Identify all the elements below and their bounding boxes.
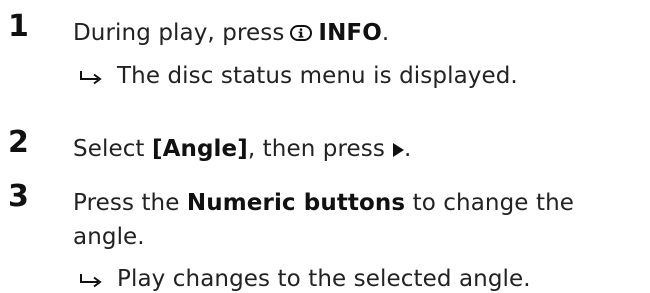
step-number: 1 bbox=[8, 9, 29, 44]
step-3-result-text: Play changes to the selected angle. bbox=[117, 266, 531, 292]
step-2-text: Select bbox=[73, 136, 145, 162]
step-1-instruction: During play, press INFO. bbox=[73, 22, 389, 45]
step-number: 3 bbox=[8, 179, 29, 214]
instruction-page: { "steps": [ { "number": "1", "line1_pre… bbox=[0, 0, 650, 293]
play-right-icon bbox=[392, 143, 404, 157]
result-arrow-icon bbox=[80, 273, 102, 287]
info-icon bbox=[290, 25, 313, 41]
result-arrow-icon bbox=[80, 70, 102, 84]
step-3-instruction: Press the Numeric buttons to change the bbox=[73, 192, 574, 215]
step-number: 2 bbox=[8, 125, 29, 160]
step-3-result: Play changes to the selected angle. bbox=[79, 268, 531, 291]
angle-option-label: [Angle] bbox=[151, 136, 248, 162]
step-1-text: During play, press bbox=[73, 20, 285, 46]
step-1-period: . bbox=[381, 20, 390, 46]
info-button-label: INFO bbox=[318, 20, 382, 46]
numeric-buttons-label: Numeric buttons bbox=[186, 190, 406, 216]
step-1-result: The disc status menu is displayed. bbox=[79, 65, 518, 88]
step-3-text-post: to change the bbox=[412, 190, 574, 216]
step-3-instruction-cont: angle. bbox=[73, 224, 145, 250]
step-2-period: . bbox=[403, 136, 412, 162]
step-2-instruction: Select [Angle], then press. bbox=[73, 138, 411, 161]
step-1-result-text: The disc status menu is displayed. bbox=[117, 63, 518, 89]
step-2-text-post: , then press bbox=[247, 136, 385, 162]
step-3-text: Press the bbox=[73, 190, 180, 216]
